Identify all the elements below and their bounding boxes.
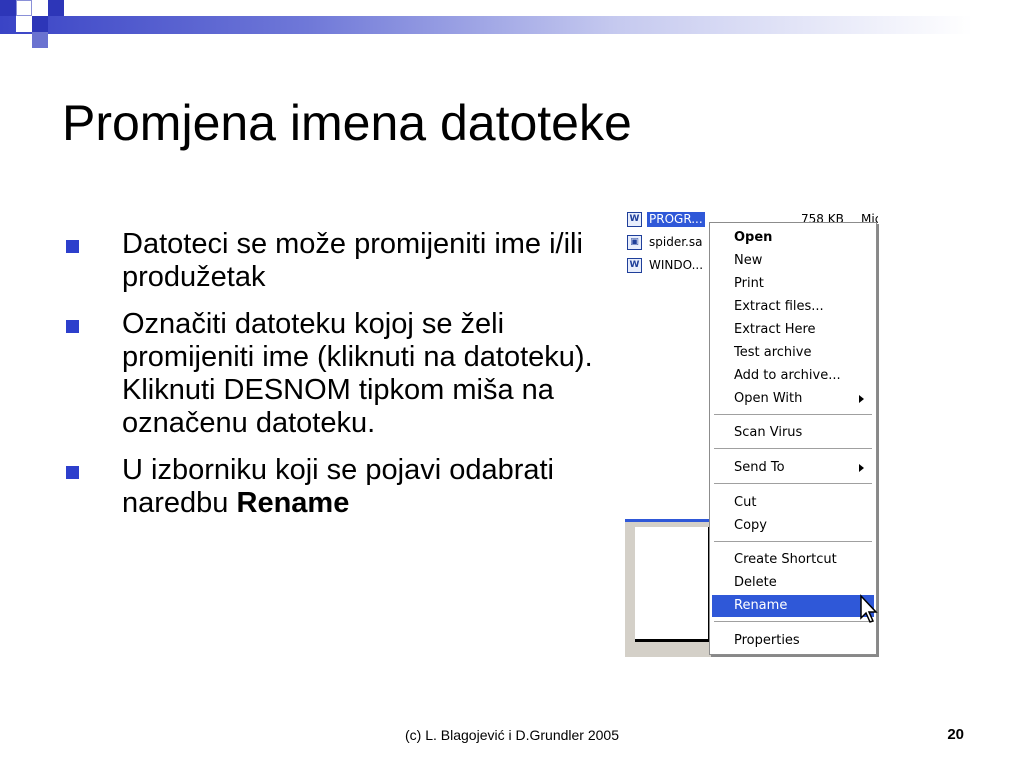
menu-item-scan-virus[interactable]: Scan Virus	[712, 422, 874, 444]
bullet-item: Datoteci se može promijeniti ime i/ili p…	[62, 228, 607, 294]
game-file-icon: ▣	[627, 235, 642, 250]
menu-item-delete[interactable]: Delete	[712, 572, 874, 594]
decorative-square	[16, 16, 32, 32]
menu-item-open[interactable]: Open	[712, 227, 874, 249]
decorative-square	[32, 32, 48, 48]
menu-item-properties[interactable]: Properties	[712, 630, 874, 652]
word-doc-icon: W	[627, 212, 642, 227]
word-doc-icon: W	[627, 258, 642, 273]
slide-title: Promjena imena datoteke	[62, 95, 632, 151]
window-title-strip	[625, 519, 710, 522]
header-gradient-bar	[0, 16, 1024, 34]
menu-separator	[714, 483, 872, 484]
menu-item-send-to[interactable]: Send To	[712, 457, 874, 479]
bullet-square-icon	[66, 320, 79, 333]
menu-item-cut[interactable]: Cut	[712, 492, 874, 514]
menu-item-label: Send To	[734, 460, 785, 475]
menu-item-print[interactable]: Print	[712, 273, 874, 295]
menu-item-label: Open With	[734, 391, 803, 406]
menu-separator	[714, 414, 872, 415]
file-name[interactable]: WINDO...	[647, 258, 705, 273]
decorative-square	[48, 0, 64, 16]
bullet-square-icon	[66, 240, 79, 253]
decorative-square	[0, 0, 16, 16]
bullet-text: Datoteci se može promijeniti ime i/ili p…	[122, 228, 583, 293]
mouse-cursor-icon	[860, 594, 878, 623]
menu-item-new[interactable]: New	[712, 250, 874, 272]
bullet-square-icon	[66, 466, 79, 479]
bullet-item: U izborniku koji se pojavi odabrati nare…	[62, 454, 607, 520]
menu-item-add-to-archive[interactable]: Add to archive...	[712, 365, 874, 387]
footer-copyright: (c) L. Blagojević i D.Grundler 2005	[405, 727, 619, 743]
decorative-square	[16, 0, 32, 16]
menu-item-create-shortcut[interactable]: Create Shortcut	[712, 549, 874, 571]
menu-separator	[714, 448, 872, 449]
bullet-list: Datoteci se može promijeniti ime i/ili p…	[62, 228, 607, 534]
menu-separator	[714, 541, 872, 542]
menu-item-extract-files[interactable]: Extract files...	[712, 296, 874, 318]
context-menu: Open New Print Extract files... Extract …	[709, 222, 877, 655]
submenu-arrow-icon	[859, 395, 864, 403]
menu-item-open-with[interactable]: Open With	[712, 388, 874, 410]
menu-item-test-archive[interactable]: Test archive	[712, 342, 874, 364]
file-name[interactable]: PROGR...	[647, 212, 705, 227]
decorative-square	[32, 16, 48, 32]
menu-separator	[714, 621, 872, 622]
menu-item-copy[interactable]: Copy	[712, 515, 874, 537]
window-pane	[635, 527, 711, 642]
bullet-bold-text: Rename	[236, 487, 350, 519]
menu-item-rename[interactable]: Rename	[712, 595, 874, 617]
bullet-item: Označiti datoteku kojoj se želi promijen…	[62, 308, 607, 440]
bullet-text: Označiti datoteku kojoj se želi promijen…	[122, 308, 593, 439]
submenu-arrow-icon	[859, 464, 864, 472]
menu-item-extract-here[interactable]: Extract Here	[712, 319, 874, 341]
file-name[interactable]: spider.sa	[647, 235, 704, 250]
page-number: 20	[947, 726, 964, 743]
